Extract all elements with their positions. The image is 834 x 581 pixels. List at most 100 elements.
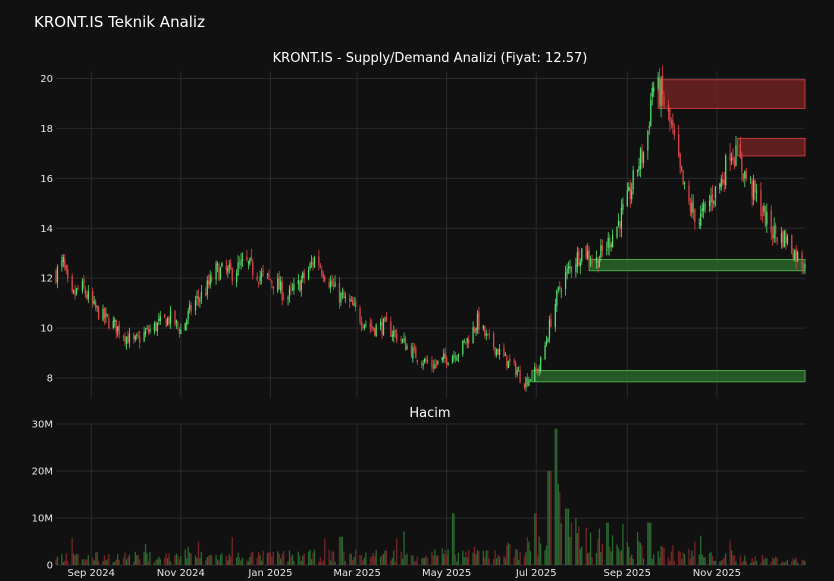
candle-body xyxy=(186,319,188,325)
volume-bar xyxy=(609,546,611,565)
candle-body xyxy=(205,292,207,296)
volume-bar xyxy=(394,561,396,565)
candle-body xyxy=(783,231,786,248)
volume-bar xyxy=(338,536,341,565)
volume-bar xyxy=(763,559,765,565)
candle-body xyxy=(97,306,100,320)
candle-body xyxy=(641,148,643,162)
candle-body xyxy=(755,191,758,194)
x-tick-label: May 2025 xyxy=(422,568,471,579)
candle-body xyxy=(651,87,653,97)
candle-body xyxy=(159,315,161,322)
volume-bar xyxy=(639,542,642,565)
volume-bar xyxy=(413,561,415,565)
volume-bar xyxy=(249,556,251,565)
volume-bar xyxy=(434,549,436,565)
candle-body xyxy=(772,234,774,238)
axis-labels: 8 10 12 14 16 18 20 0 10M 20M 30M Sep 2024 Nov 2024 J… xyxy=(32,74,741,579)
volume-bar xyxy=(629,557,631,565)
volume-bar xyxy=(770,562,772,565)
candle-body xyxy=(102,308,104,321)
volume-bar xyxy=(153,562,156,565)
volume-bar xyxy=(134,551,136,565)
volume-bar xyxy=(786,559,789,565)
volume-bar xyxy=(281,553,283,565)
volume-bar xyxy=(544,550,546,565)
volume-bar xyxy=(494,550,496,565)
candle-body xyxy=(587,251,589,259)
volume-bar xyxy=(331,551,333,565)
volume-bar xyxy=(165,553,167,565)
chart-canvas[interactable]: 8 10 12 14 16 18 20 0 10M 20M 30M Sep 2024 Nov 2024 J… xyxy=(0,0,834,581)
volume-bar xyxy=(354,549,357,565)
volume-bar xyxy=(462,550,464,565)
volume-bar xyxy=(147,561,150,565)
candle-body xyxy=(598,259,601,268)
candle-body xyxy=(379,322,382,326)
candle-body xyxy=(385,317,388,322)
volume-bar xyxy=(581,546,583,565)
candle-body xyxy=(372,327,374,330)
candle-body xyxy=(526,377,529,385)
candle-body xyxy=(343,291,345,299)
candle-body xyxy=(585,245,587,258)
volume-bar xyxy=(795,557,797,565)
volume-bar xyxy=(515,549,517,565)
volume-bar xyxy=(381,555,383,565)
volume-bar xyxy=(642,558,645,565)
volume-bar xyxy=(363,557,366,565)
candle-body xyxy=(71,276,73,292)
candle-body xyxy=(554,303,556,328)
volume-bar xyxy=(208,555,210,565)
candle-body xyxy=(741,156,743,173)
candle-body xyxy=(178,328,181,334)
candle-body xyxy=(575,264,577,273)
candle-body xyxy=(352,299,354,306)
volume-bar xyxy=(431,551,433,565)
volume-bar xyxy=(194,555,197,565)
volume-bar xyxy=(112,562,114,565)
candle-body xyxy=(660,79,662,107)
volume-y-tick-label: 0 xyxy=(47,561,53,572)
volume-bar xyxy=(75,553,78,565)
supply-zone xyxy=(736,137,806,157)
candle-body xyxy=(293,283,295,291)
candle-body xyxy=(149,329,151,332)
volume-bar xyxy=(322,560,324,565)
volume-bar xyxy=(766,558,768,565)
volume-bar xyxy=(290,556,292,565)
candle-body xyxy=(124,336,126,343)
volume-bar xyxy=(382,553,385,565)
volume-bar xyxy=(720,560,722,565)
candle-body xyxy=(209,275,211,286)
candle-body xyxy=(595,257,598,263)
candle-body xyxy=(751,181,753,198)
candle-body xyxy=(74,291,76,296)
candle-body xyxy=(691,202,693,214)
candle-body xyxy=(791,235,793,254)
candle-body xyxy=(431,360,433,367)
candle-body xyxy=(156,322,158,332)
candle-body xyxy=(678,134,680,156)
supply-demand-zones xyxy=(531,79,806,383)
volume-bar xyxy=(485,550,487,565)
candle-body xyxy=(610,244,612,248)
volume-bar xyxy=(227,560,229,565)
volume-bar xyxy=(74,555,76,565)
candle-body xyxy=(415,347,417,359)
candle-body xyxy=(484,326,486,336)
volume-bar xyxy=(175,553,178,565)
candle-body xyxy=(147,329,150,332)
volume-bar xyxy=(186,558,188,565)
volume-bar xyxy=(164,557,166,565)
candle-body xyxy=(529,379,532,381)
volume-bar xyxy=(300,560,302,565)
volume-bar xyxy=(475,554,477,565)
volume-bar xyxy=(678,550,680,565)
candle-body xyxy=(95,301,97,309)
volume-bar xyxy=(710,551,712,565)
candle-body xyxy=(704,204,706,206)
volume-bar xyxy=(632,558,634,565)
volume-bar xyxy=(559,491,561,565)
volume-bar xyxy=(495,558,498,565)
